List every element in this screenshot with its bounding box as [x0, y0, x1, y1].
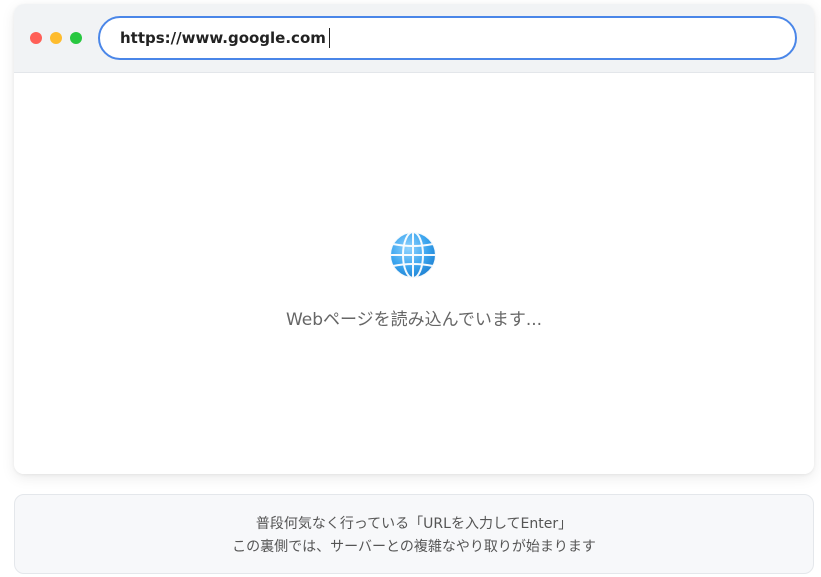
close-window-button[interactable] [30, 32, 42, 44]
address-bar[interactable]: https://www.google.com [98, 16, 797, 60]
caption-line-2: この裏側では、サーバーとの複雑なやり取りが始まります [232, 539, 596, 555]
browser-toolbar: https://www.google.com [14, 4, 814, 73]
text-cursor [328, 28, 331, 48]
minimize-window-button[interactable] [50, 32, 62, 44]
page-content-area: Webページを読み込んでいます... [14, 73, 814, 474]
browser-window: https://www.google.com Webページを読み込んでいます..… [14, 4, 814, 474]
loading-message: Webページを読み込んでいます... [285, 310, 543, 330]
address-bar-url[interactable]: https://www.google.com [120, 29, 326, 47]
globe-icon [389, 231, 437, 279]
caption-box: 普段何気なく行っている「URLを入力してEnter」 この裏側では、サーバーとの… [14, 494, 814, 574]
caption-line-1: 普段何気なく行っている「URLを入力してEnter」 [255, 516, 573, 532]
maximize-window-button[interactable] [70, 32, 82, 44]
